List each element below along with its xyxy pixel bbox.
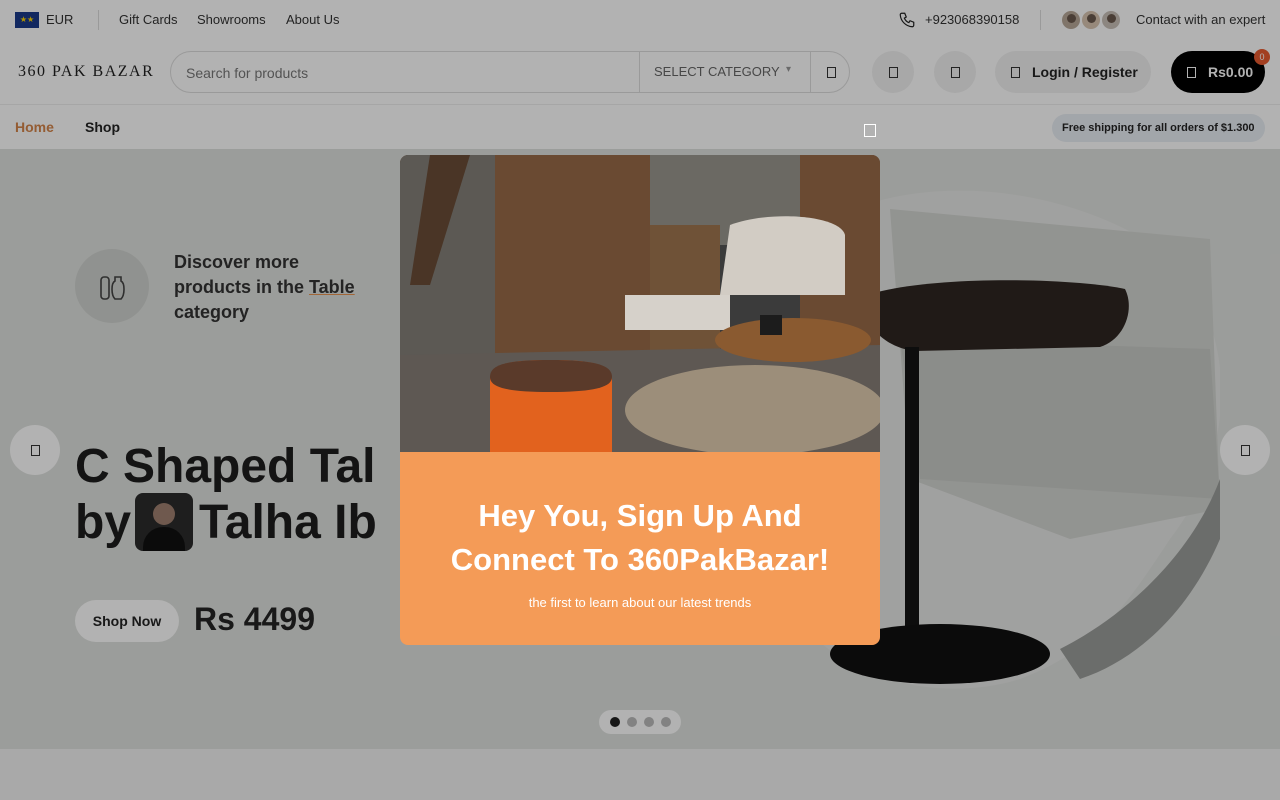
signup-popup: Hey You, Sign Up And Connect To 360PakBa… [400,155,880,645]
popup-subtext: the first to learn about our latest tren… [528,595,752,610]
close-icon[interactable] [864,124,876,137]
popup-heading: Hey You, Sign Up And Connect To 360PakBa… [450,498,830,577]
popup-interior-image [400,155,880,452]
